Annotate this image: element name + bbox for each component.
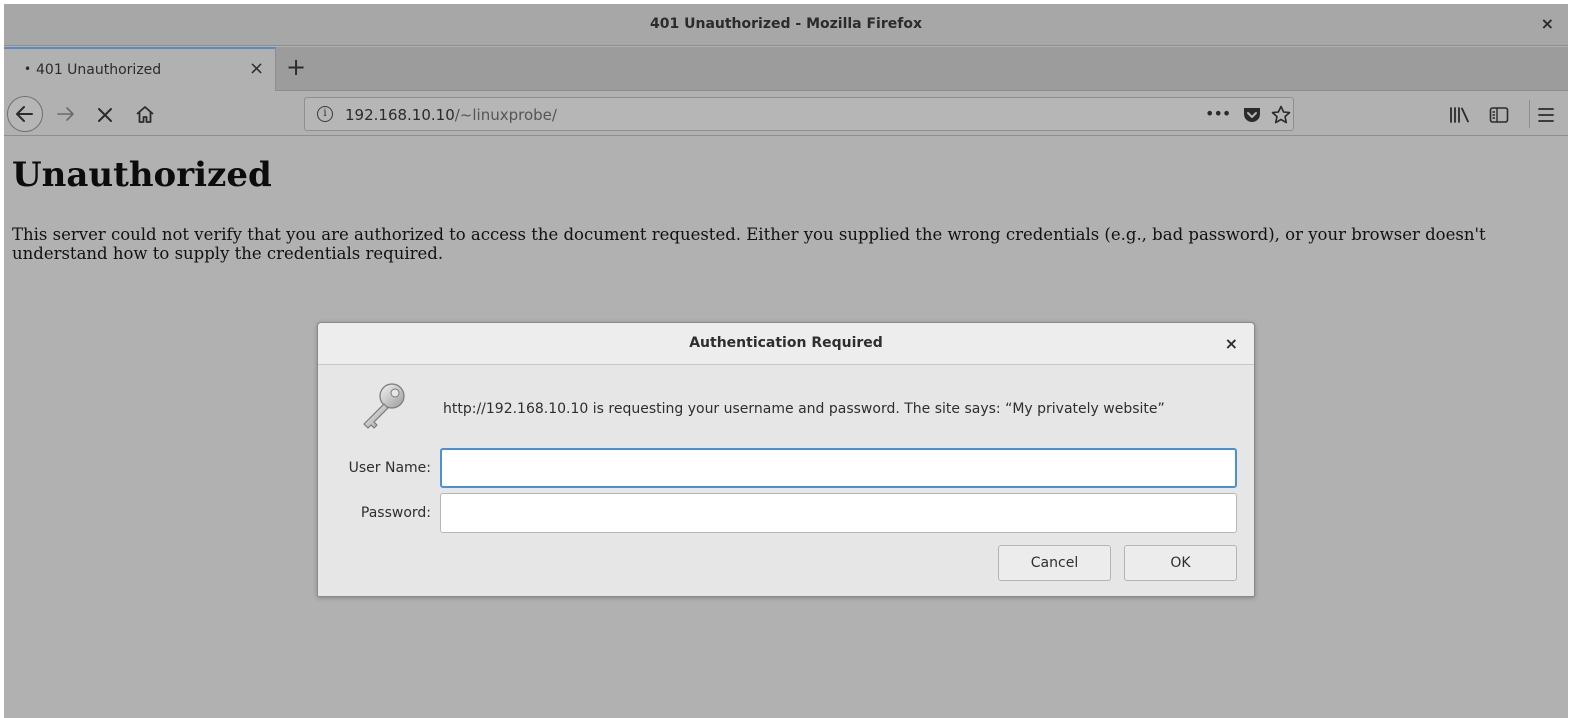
dialog-title: Authentication Required bbox=[689, 335, 883, 351]
dialog-close-button[interactable]: × bbox=[1225, 334, 1238, 353]
pocket-icon[interactable] bbox=[1242, 106, 1262, 124]
window-title: 401 Unauthorized - Mozilla Firefox bbox=[650, 16, 922, 32]
tab-label: 401 Unauthorized bbox=[36, 62, 162, 78]
page-body-text: This server could not verify that you ar… bbox=[12, 225, 1486, 263]
dialog-header: Authentication Required × bbox=[318, 323, 1254, 365]
tab-loading-indicator: • bbox=[24, 62, 32, 76]
username-input[interactable] bbox=[440, 448, 1237, 488]
stop-icon[interactable] bbox=[96, 106, 114, 124]
page-actions-button[interactable]: ••• bbox=[1205, 104, 1231, 123]
info-icon[interactable]: i bbox=[317, 106, 333, 122]
window-close-button[interactable]: × bbox=[1541, 14, 1554, 34]
url-host: 192.168.10.10 bbox=[345, 106, 455, 124]
tab-strip: • 401 Unauthorized × + bbox=[4, 47, 1568, 91]
tab-close-button[interactable]: × bbox=[249, 60, 264, 78]
url-text[interactable]: 192.168.10.10/~linuxprobe/ bbox=[345, 106, 557, 124]
dialog-message: http://192.168.10.10 is requesting your … bbox=[443, 401, 1165, 417]
bookmark-star-icon[interactable] bbox=[1271, 105, 1291, 125]
url-path: /~linuxprobe/ bbox=[454, 106, 557, 124]
arrow-right-icon[interactable] bbox=[56, 105, 76, 123]
back-button[interactable] bbox=[7, 96, 43, 132]
password-label: Password: bbox=[360, 505, 431, 521]
toolbar-separator bbox=[1529, 100, 1530, 128]
url-bar[interactable]: i 192.168.10.10/~linuxprobe/ ••• bbox=[304, 97, 1294, 131]
page-heading: Unauthorized bbox=[12, 155, 272, 195]
sidebar-icon[interactable] bbox=[1489, 106, 1509, 124]
arrow-left-icon bbox=[16, 106, 33, 122]
home-icon[interactable] bbox=[135, 105, 155, 124]
username-label: User Name: bbox=[348, 460, 431, 476]
hamburger-menu-icon[interactable] bbox=[1537, 107, 1555, 123]
library-icon[interactable] bbox=[1449, 106, 1471, 124]
title-bar: 401 Unauthorized - Mozilla Firefox × bbox=[4, 4, 1568, 46]
password-input[interactable] bbox=[440, 493, 1237, 533]
navigation-bar: i 192.168.10.10/~linuxprobe/ ••• bbox=[4, 92, 1568, 136]
page-content: Unauthorized This server could not verif… bbox=[4, 137, 1568, 718]
cancel-button[interactable]: Cancel bbox=[998, 545, 1111, 581]
authentication-dialog: Authentication Required × http://192.168… bbox=[317, 322, 1255, 597]
new-tab-button[interactable]: + bbox=[286, 54, 306, 80]
tab-401-unauthorized[interactable]: • 401 Unauthorized × bbox=[4, 47, 276, 91]
browser-window: 401 Unauthorized - Mozilla Firefox × • 4… bbox=[4, 4, 1568, 718]
ok-button[interactable]: OK bbox=[1124, 545, 1237, 581]
key-icon bbox=[363, 383, 405, 429]
